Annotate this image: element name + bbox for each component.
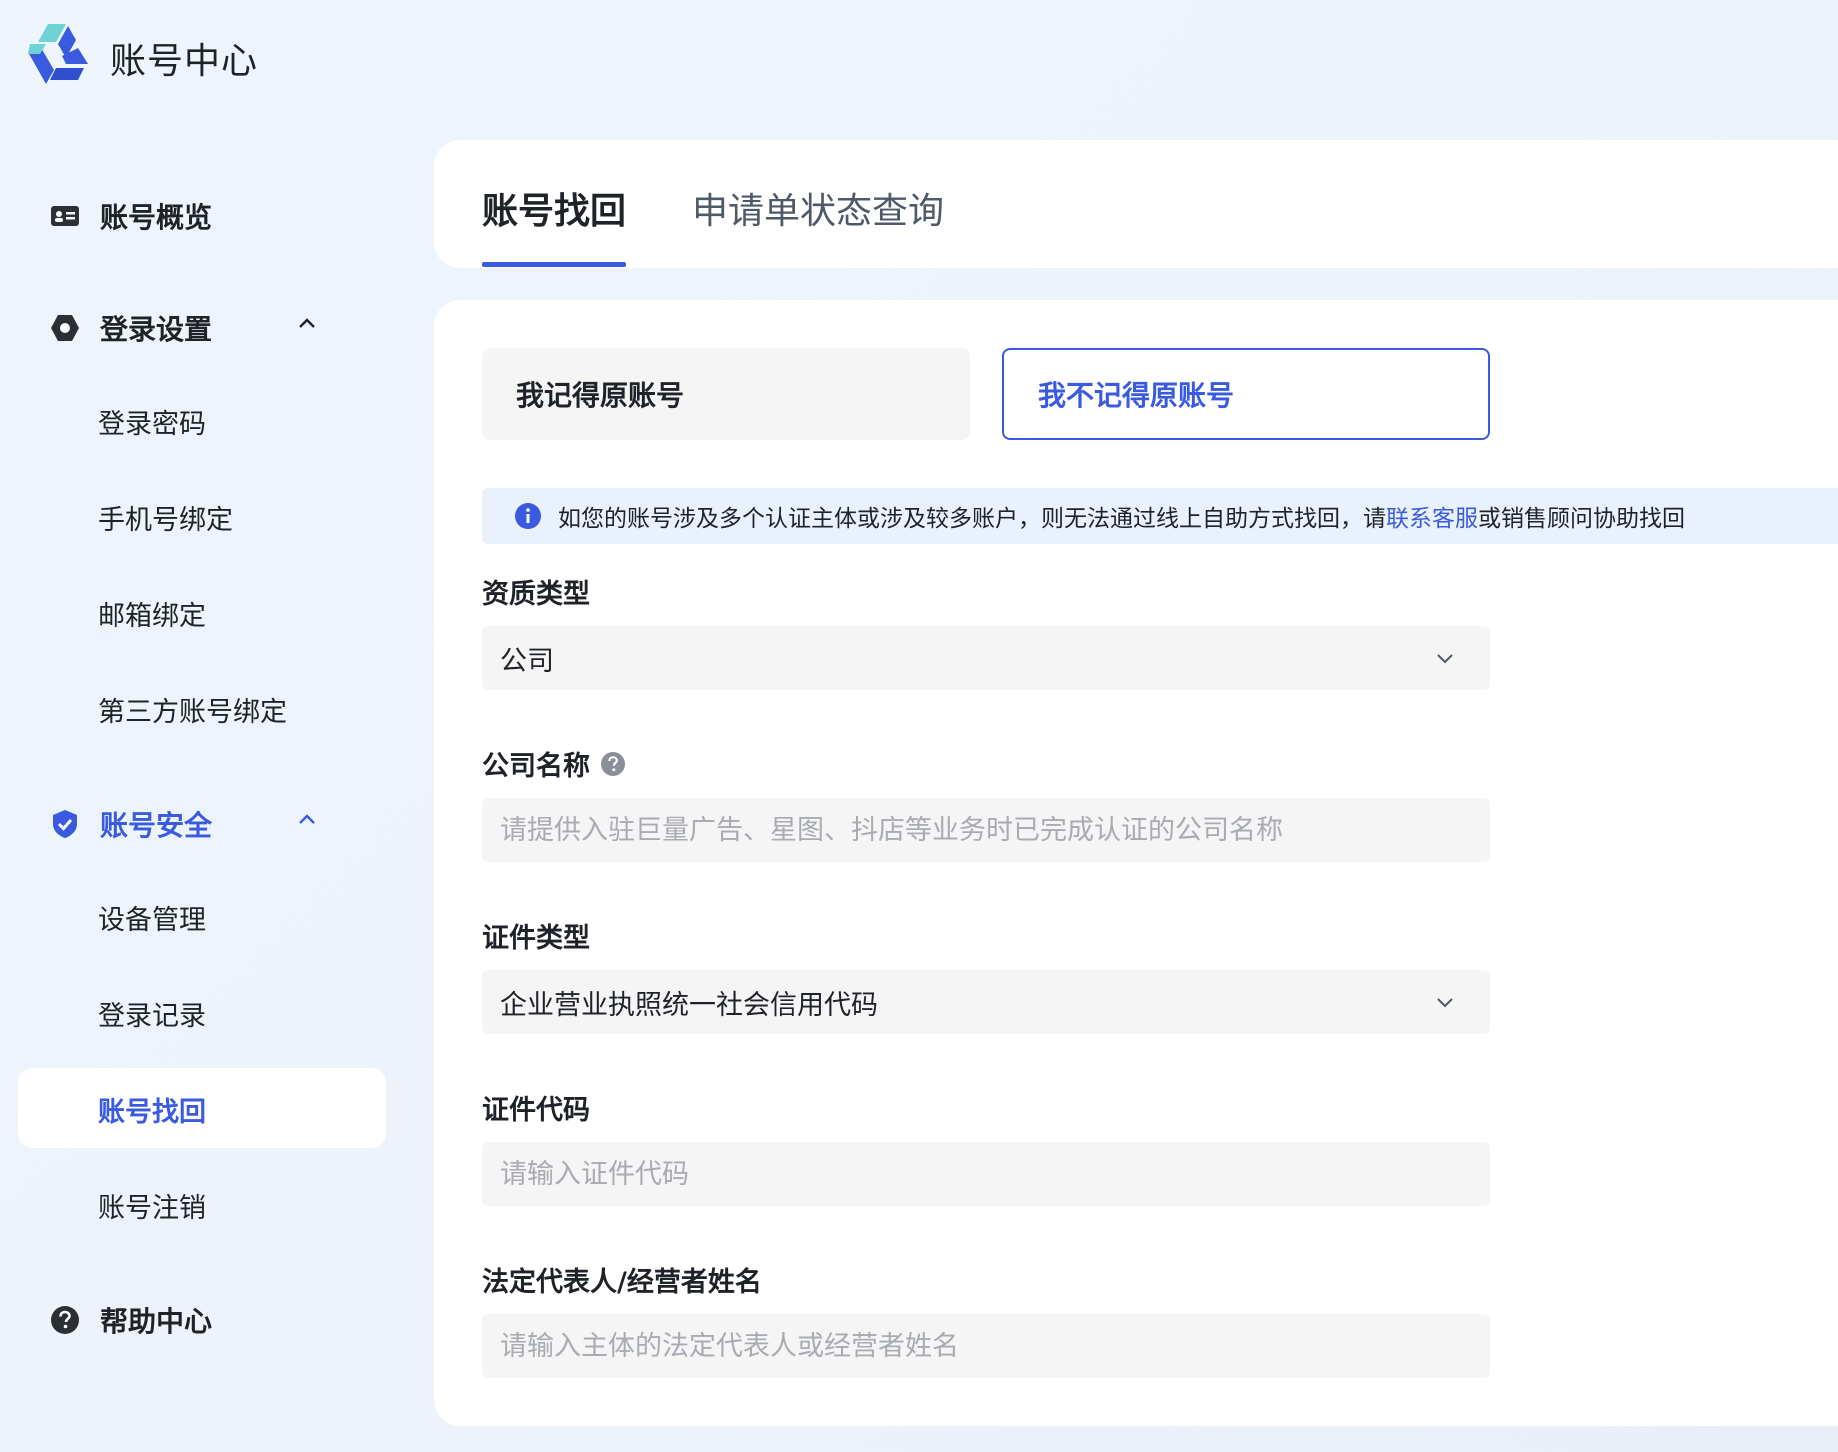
certificate-type-label: 证件类型: [482, 923, 590, 954]
sidebar-item-phone-binding[interactable]: 手机号绑定: [98, 498, 233, 537]
certificate-code-input[interactable]: [482, 1142, 1490, 1206]
sidebar-group-label: 账号安全: [100, 809, 213, 842]
certificate-code-label: 证件代码: [482, 1095, 590, 1126]
sidebar-item-device-management[interactable]: 设备管理: [98, 898, 206, 937]
company-name-label-text: 公司名称: [482, 751, 590, 782]
legal-rep-label: 法定代表人/经营者姓名: [482, 1267, 762, 1298]
legal-rep-input[interactable]: [482, 1314, 1490, 1378]
tab-account-recovery[interactable]: 账号找回: [482, 182, 626, 234]
sidebar-item-label: 账号概览: [100, 201, 213, 234]
notice-text-suffix: 或销售顾问协助找回: [1478, 506, 1685, 532]
sidebar-item-help-center[interactable]: 帮助中心: [50, 1300, 212, 1340]
shield-check-icon: [50, 809, 80, 839]
company-name-input[interactable]: [482, 798, 1490, 862]
sidebar: 账号概览 登录设置 登录密码 手机号绑定 邮箱绑定 第三方账号绑定 账号安全 设…: [0, 0, 400, 1452]
sidebar-item-label: 帮助中心: [100, 1305, 213, 1338]
sidebar-item-account-cancellation[interactable]: 账号注销: [98, 1186, 206, 1225]
help-circle-icon: [50, 1305, 80, 1335]
chevron-up-icon[interactable]: [296, 312, 318, 334]
sidebar-item-account-recovery[interactable]: 账号找回: [98, 1090, 206, 1129]
chevron-up-icon[interactable]: [296, 808, 318, 830]
id-card-icon: [50, 201, 80, 231]
sidebar-item-email-binding[interactable]: 邮箱绑定: [98, 594, 206, 633]
info-icon: [515, 503, 541, 529]
settings-hex-icon: [50, 313, 80, 343]
notice-text: 如您的账号涉及多个认证主体或涉及较多账户，则无法通过线上自助方式找回，请: [558, 506, 1386, 532]
segment-forgot-account[interactable]: 我不记得原账号: [1002, 348, 1490, 440]
notice-banner: 如您的账号涉及多个认证主体或涉及较多账户，则无法通过线上自助方式找回，请 联系客服…: [482, 488, 1838, 544]
sidebar-item-overview[interactable]: 账号概览: [50, 196, 212, 236]
chevron-down-icon: [1437, 998, 1453, 1008]
tab-active-indicator: [482, 262, 626, 267]
sidebar-item-login-records[interactable]: 登录记录: [98, 994, 206, 1033]
tab-bar: 账号找回 申请单状态查询: [434, 140, 1838, 268]
company-name-label: 公司名称: [482, 744, 626, 783]
chevron-down-icon: [1437, 654, 1453, 664]
select-value: 公司: [500, 645, 554, 677]
segment-remember-account[interactable]: 我记得原账号: [482, 348, 970, 440]
sidebar-item-third-party-binding[interactable]: 第三方账号绑定: [98, 690, 287, 729]
certificate-type-select[interactable]: 企业营业执照统一社会信用代码: [482, 970, 1490, 1034]
qualification-type-select[interactable]: 公司: [482, 626, 1490, 690]
question-icon[interactable]: [600, 751, 626, 777]
contact-support-link[interactable]: 联系客服: [1386, 499, 1478, 533]
select-value: 企业营业执照统一社会信用代码: [500, 989, 878, 1021]
recovery-form-card: 我记得原账号 我不记得原账号 如您的账号涉及多个认证主体或涉及较多账户，则无法通…: [434, 300, 1838, 1426]
sidebar-item-login-password[interactable]: 登录密码: [98, 402, 206, 441]
tab-application-status[interactable]: 申请单状态查询: [692, 182, 944, 234]
sidebar-group-label: 登录设置: [100, 313, 213, 346]
sidebar-group-login-settings[interactable]: 登录设置: [50, 308, 315, 348]
qualification-type-label: 资质类型: [482, 579, 590, 610]
sidebar-group-account-security[interactable]: 账号安全: [50, 804, 315, 844]
